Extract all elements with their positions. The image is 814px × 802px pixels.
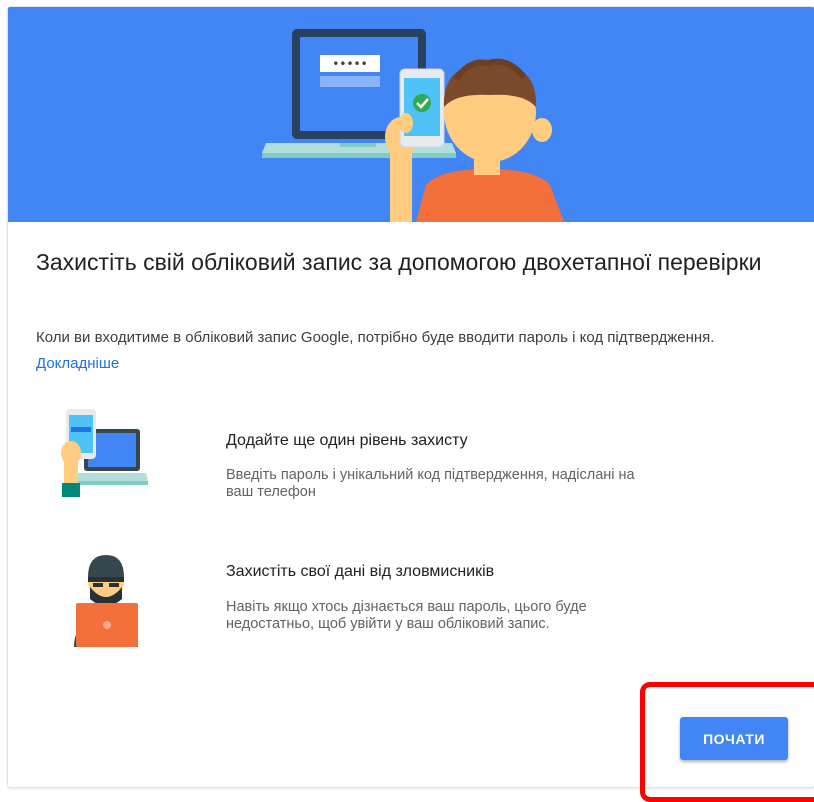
start-button[interactable]: ПОЧАТИ	[680, 717, 788, 760]
feature-title: Додайте ще один рівень захисту	[226, 432, 468, 449]
hacker-icon	[74, 555, 138, 647]
password-mask: •••••	[332, 57, 367, 71]
feature-text: Введіть пароль і унікальний код підтверд…	[226, 467, 635, 500]
phone-laptop-icon	[61, 409, 148, 497]
feature-title: Захистіть свої дані від зловмисників	[226, 563, 495, 580]
description: Коли ви входитиме в обліковий запис Goog…	[36, 325, 776, 377]
feature-text: Навіть якщо хтось дізнається ваш пароль,…	[226, 599, 587, 632]
description-text: Коли ви входитиме в обліковий запис Goog…	[36, 329, 715, 346]
hero-banner: •••••	[8, 7, 814, 222]
person-laptop-phone-illustration: •••••	[262, 29, 564, 222]
two-step-verification-card: ••••• Захистіть свій обліковий запис за …	[8, 7, 814, 787]
learn-more-link[interactable]: Докладніше	[36, 355, 119, 372]
page-title: Захистіть свій обліковий запис за допомо…	[36, 249, 762, 275]
